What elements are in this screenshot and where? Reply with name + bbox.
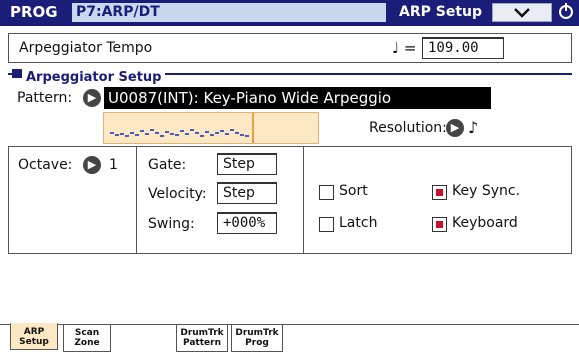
keyboard-label: Keyboard [452, 215, 518, 231]
tempo-label: Arpeggiator Tempo [19, 40, 153, 56]
playback-cursor [252, 113, 254, 143]
swing-label: Swing: [148, 216, 195, 232]
keyboard-checkbox[interactable] [432, 217, 447, 232]
tab-label-line2: Zone [74, 338, 100, 348]
resolution-label: Resolution: [369, 120, 447, 136]
quarter-note-icon: ♩ = [392, 39, 417, 57]
tempo-row: Arpeggiator Tempo ♩ = 109.00 [8, 33, 572, 63]
tab-label-line1: ARP [23, 327, 45, 337]
program-name: P7:ARP/DT [72, 3, 386, 22]
gate-label: Gate: [148, 157, 187, 173]
section-header: Arpeggiator Setup [12, 66, 166, 85]
key-sync-checkbox[interactable] [432, 185, 447, 200]
tab-scan-zone[interactable]: Scan Zone [63, 325, 111, 352]
octave-value: 1 [109, 157, 118, 173]
tab-arp-setup[interactable]: ARP Setup [10, 323, 58, 350]
velocity-label: Velocity: [148, 186, 207, 202]
resolution-popup-button[interactable]: ▶ [446, 119, 464, 137]
key-sync-label: Key Sync. [452, 183, 521, 199]
sort-checkbox[interactable] [319, 185, 334, 200]
tab-label-line1: Scan [74, 328, 100, 338]
tab-drumtrk-prog[interactable]: DrumTrk Prog [231, 325, 283, 352]
mode-label[interactable]: PROG [4, 2, 64, 22]
pattern-popup-button[interactable]: ▶ [83, 89, 101, 107]
chevron-down-icon [514, 8, 530, 18]
latch-checkbox[interactable] [319, 217, 334, 232]
panel-divider [136, 146, 137, 254]
section-marker-icon [12, 69, 22, 78]
pattern-steps-graphic [110, 129, 249, 137]
tempo-field[interactable]: 109.00 [422, 37, 504, 59]
swing-field[interactable]: +000% [217, 212, 277, 234]
octave-popup-button[interactable]: ▶ [83, 156, 101, 174]
pattern-preview [103, 112, 319, 144]
tab-label-line1: DrumTrk [235, 328, 279, 338]
gate-field[interactable]: Step [217, 153, 277, 175]
section-title: Arpeggiator Setup [26, 70, 162, 85]
tab-label-line2: Pattern [183, 338, 221, 348]
octave-label: Octave: [18, 157, 73, 173]
velocity-field[interactable]: Step [217, 182, 277, 204]
pattern-label: Pattern: [17, 90, 73, 106]
tab-drumtrk-pattern[interactable]: DrumTrk Pattern [176, 325, 228, 352]
latch-label: Latch [339, 215, 378, 231]
panel-divider [303, 146, 304, 254]
tab-label-line1: DrumTrk [180, 328, 224, 338]
sort-label: Sort [339, 183, 368, 199]
resolution-value: ♪ [468, 118, 479, 137]
tab-label-line2: Prog [245, 338, 269, 348]
page-menu-button[interactable] [492, 3, 552, 22]
tab-label-line2: Setup [19, 337, 49, 347]
page-title: ARP Setup [398, 4, 482, 20]
pattern-field[interactable]: U0087(INT): Key-Piano Wide Arpeggio [104, 87, 491, 109]
lock-icon[interactable] [556, 2, 576, 23]
